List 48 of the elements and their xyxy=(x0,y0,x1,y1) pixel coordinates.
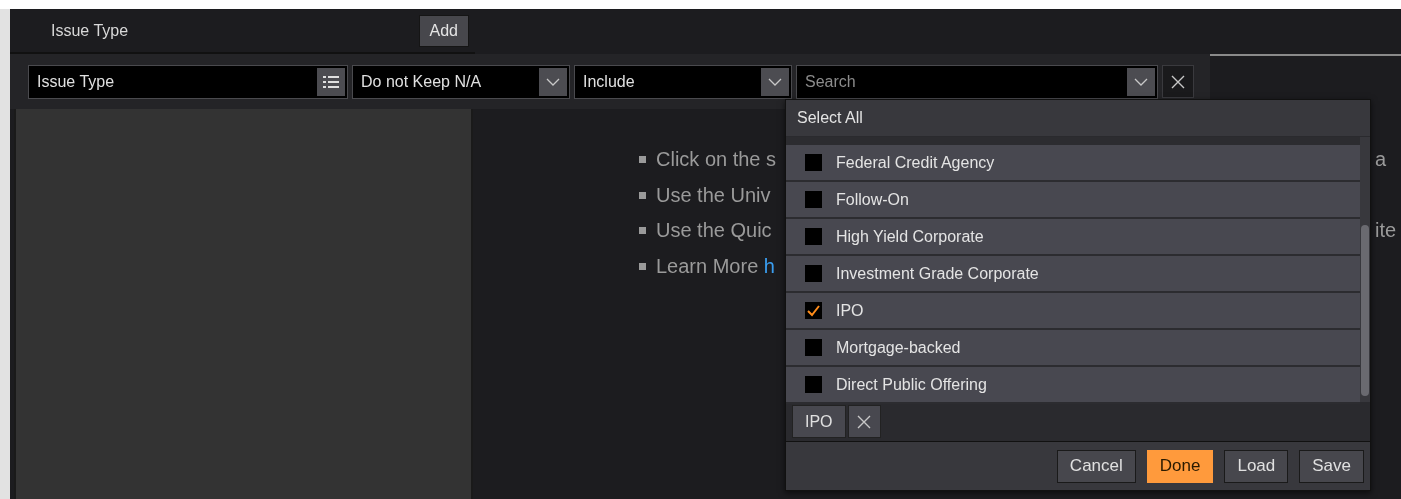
option-item[interactable]: Direct Public Offering xyxy=(786,367,1360,404)
checkbox[interactable] xyxy=(805,154,822,171)
checkbox[interactable] xyxy=(805,302,822,319)
action-button[interactable]: Load xyxy=(1224,449,1289,483)
checkbox[interactable] xyxy=(805,339,822,356)
option-item[interactable]: Mortgage-backed xyxy=(786,330,1360,367)
help-text: a xyxy=(1375,147,1388,172)
option-item[interactable]: Investment Grade Corporate xyxy=(786,256,1360,293)
help-text: Use the Univ xyxy=(656,183,771,207)
mode-select[interactable]: Include xyxy=(574,64,792,99)
checkbox[interactable] xyxy=(805,228,822,245)
add-button[interactable]: Add xyxy=(418,14,469,47)
check-icon xyxy=(807,304,820,317)
help-link[interactable]: h xyxy=(763,254,775,277)
chevron-down-icon xyxy=(1134,77,1148,86)
list-button[interactable] xyxy=(317,67,345,96)
checkbox[interactable] xyxy=(805,191,822,208)
remove-tag-button[interactable] xyxy=(847,405,881,438)
select-all-option[interactable]: Select All xyxy=(786,100,1370,137)
clear-button[interactable] xyxy=(1162,65,1194,98)
action-button[interactable]: Cancel xyxy=(1056,449,1136,483)
checkbox[interactable] xyxy=(805,376,822,393)
help-text: Use the Quic xyxy=(656,219,772,243)
help-text: Learn More h xyxy=(656,254,775,278)
help-text: ite xyxy=(1375,218,1398,243)
panel-title: Issue Type xyxy=(51,21,129,40)
option-item[interactable]: Follow-On xyxy=(786,182,1360,219)
list-icon xyxy=(323,74,339,89)
chevron-down-icon xyxy=(546,77,560,86)
bullet-icon xyxy=(639,227,646,235)
scrollbar-thumb[interactable] xyxy=(1361,225,1369,396)
option-item[interactable]: IPO xyxy=(786,293,1360,330)
bullet-icon xyxy=(639,156,646,164)
action-button[interactable]: Save xyxy=(1299,449,1364,483)
field-select[interactable]: Issue Type xyxy=(28,64,348,99)
close-icon xyxy=(856,413,873,430)
search-field[interactable]: Search xyxy=(796,64,1158,99)
option-item[interactable]: High Yield Corporate xyxy=(786,219,1360,256)
action-button[interactable]: Done xyxy=(1146,449,1214,483)
close-icon xyxy=(1170,73,1186,90)
chevron-down-icon xyxy=(768,77,782,86)
bullet-icon xyxy=(639,262,646,270)
na-select[interactable]: Do not Keep N/A xyxy=(352,64,570,99)
bullet-icon xyxy=(639,191,646,199)
option-item[interactable]: Federal Credit Agency xyxy=(786,145,1360,182)
checkbox[interactable] xyxy=(805,265,822,282)
help-text: Click on the s xyxy=(656,148,777,172)
selected-tag: IPO xyxy=(792,405,846,438)
